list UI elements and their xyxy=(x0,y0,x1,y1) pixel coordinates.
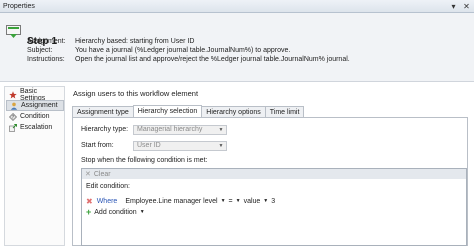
condition-field[interactable]: Employee.Line manager level xyxy=(125,198,217,205)
pin-icon[interactable]: ▾ xyxy=(448,1,459,12)
condition-row: ✖ Where Employee.Line manager level ▼ = … xyxy=(86,196,275,206)
tab-hierarchy-selection[interactable]: Hierarchy selection xyxy=(132,105,203,117)
instructions-row: Instructions: Open the journal list and … xyxy=(27,56,350,63)
condition-value-type[interactable]: value xyxy=(244,198,261,205)
assignment-tabs: Assignment type Hierarchy selection Hier… xyxy=(72,105,305,117)
subject-row: Subject: You have a journal (%Ledger jou… xyxy=(27,47,290,54)
start-from-value: User ID xyxy=(137,142,161,149)
escalation-icon xyxy=(9,123,17,132)
add-condition-button[interactable]: + Add condition ▼ xyxy=(86,207,145,217)
nav-item-escalation[interactable]: Escalation xyxy=(6,122,64,133)
chevron-down-icon[interactable]: ▼ xyxy=(263,198,268,204)
chevron-down-icon[interactable]: ▼ xyxy=(221,198,226,204)
instructions-value: Open the journal list and approve/reject… xyxy=(75,56,350,63)
edit-condition-label: Edit condition: xyxy=(86,183,130,190)
close-icon[interactable]: ✕ xyxy=(461,1,472,12)
properties-nav: Basic Settings Assignment ? Condition Es… xyxy=(4,86,65,246)
panel-heading: Assign users to this workflow element xyxy=(73,89,199,98)
window-titlebar: Properties ▾ ✕ xyxy=(0,0,474,13)
nav-item-assignment[interactable]: Assignment xyxy=(6,100,64,111)
nav-item-basic-settings[interactable]: Basic Settings xyxy=(6,88,64,102)
clear-button[interactable]: ✕ Clear xyxy=(82,169,466,179)
assignment-panel: Assign users to this workflow element As… xyxy=(68,86,472,246)
stop-condition-label: Stop when the following condition is met… xyxy=(81,157,208,164)
chevron-down-icon: ▼ xyxy=(218,127,224,133)
assignment-row: Assignment: Hierarchy based: starting fr… xyxy=(27,38,194,45)
chevron-down-icon[interactable]: ▼ xyxy=(236,198,241,204)
start-from-select[interactable]: User ID ▼ xyxy=(133,141,227,151)
subject-value: You have a journal (%Ledger journal tabl… xyxy=(75,47,291,54)
condition-editor: ✕ Clear Edit condition: ✖ Where Employee… xyxy=(81,168,467,246)
assignment-label: Assignment: xyxy=(27,38,66,45)
tab-assignment-type[interactable]: Assignment type xyxy=(72,106,134,117)
nav-item-label: Assignment xyxy=(21,102,58,109)
chevron-down-icon: ▼ xyxy=(218,143,224,149)
tab-hierarchy-options[interactable]: Hierarchy options xyxy=(201,106,266,117)
hierarchy-type-label: Hierarchy type: xyxy=(81,126,129,133)
workflow-step-icon xyxy=(6,25,21,38)
clear-icon: ✕ xyxy=(85,171,91,178)
user-icon xyxy=(10,102,18,110)
condition-value[interactable]: 3 xyxy=(271,198,275,205)
remove-condition-icon[interactable]: ✖ xyxy=(86,197,93,206)
condition-icon: ? xyxy=(9,112,17,121)
hierarchy-type-value: Managerial hierarchy xyxy=(137,126,203,133)
tab-time-limit[interactable]: Time limit xyxy=(264,106,305,117)
hierarchy-type-select[interactable]: Managerial hierarchy ▼ xyxy=(133,125,227,135)
nav-item-condition[interactable]: ? Condition xyxy=(6,111,64,122)
add-icon: + xyxy=(86,207,92,217)
clear-label: Clear xyxy=(93,170,111,178)
hierarchy-selection-panel: Hierarchy type: Managerial hierarchy ▼ S… xyxy=(72,117,468,246)
window-title: Properties xyxy=(3,2,35,10)
instructions-label: Instructions: xyxy=(27,56,65,63)
where-link[interactable]: Where xyxy=(97,198,118,205)
subject-label: Subject: xyxy=(27,47,53,54)
add-condition-label: Add condition xyxy=(94,208,137,216)
nav-item-label: Escalation xyxy=(20,124,53,131)
nav-item-label: Condition xyxy=(20,113,50,120)
star-icon xyxy=(9,90,17,99)
condition-operator[interactable]: = xyxy=(229,198,233,205)
assignment-value: Hierarchy based: starting from User ID xyxy=(75,38,195,45)
start-from-label: Start from: xyxy=(81,142,114,149)
chevron-down-icon: ▼ xyxy=(139,209,145,215)
header-divider xyxy=(0,81,474,82)
